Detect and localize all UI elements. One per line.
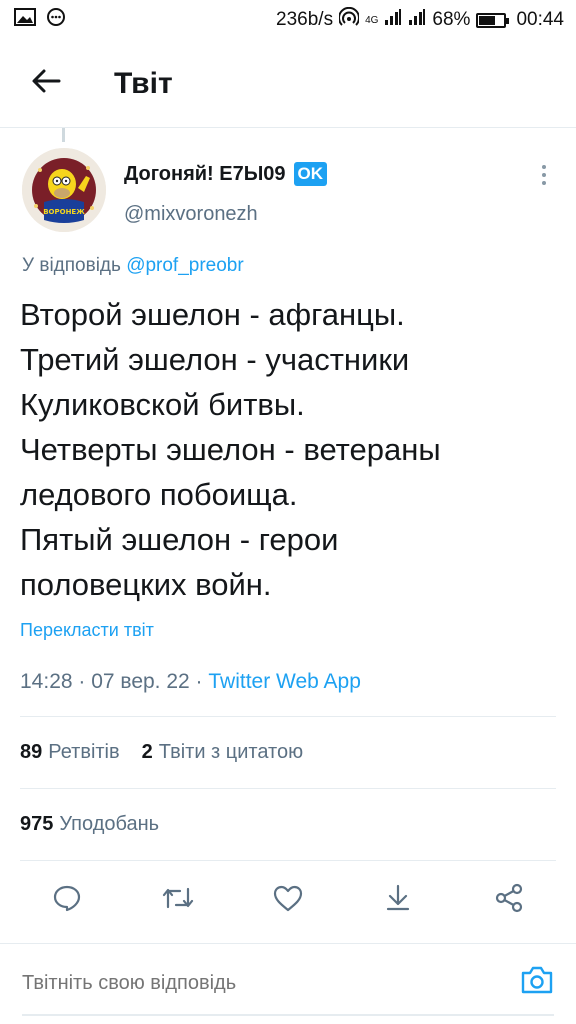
avatar[interactable]: ВОРОНЕЖ <box>22 148 106 232</box>
arrow-left-icon <box>31 68 61 99</box>
network-type: 4G <box>365 14 379 26</box>
quotes-count: 2 <box>141 741 153 763</box>
chat-bubble-icon <box>46 7 66 33</box>
source-link[interactable]: Twitter Web App <box>208 670 361 693</box>
like-icon <box>272 883 304 918</box>
retweet-button[interactable] <box>154 876 202 924</box>
battery-percent: 68% <box>432 9 471 30</box>
download-button[interactable] <box>374 876 422 924</box>
tweet-text-line: Третий эшелон - участники <box>20 342 410 377</box>
camera-button[interactable] <box>518 964 556 1000</box>
status-right: 236b/s 4G 68% 00:44 <box>276 6 564 33</box>
tweet-text-line: Четверты эшелон - ветераны <box>20 432 441 467</box>
svg-text:ВОРОНЕЖ: ВОРОНЕЖ <box>43 208 85 216</box>
dot <box>542 165 546 169</box>
likes-stats: 975 Уподобань <box>20 813 159 836</box>
reply-icon <box>52 883 82 918</box>
ok-badge: OK <box>293 162 328 186</box>
retweet-icon <box>161 883 195 918</box>
tweet-text-line: ледового побоища. <box>20 477 298 512</box>
reply-input[interactable] <box>22 972 482 995</box>
tweet-text-line: Куликовской битвы. <box>20 387 305 422</box>
wifi-hotspot-icon <box>338 6 361 33</box>
more-options-button[interactable] <box>532 160 556 190</box>
battery-icon <box>476 12 510 28</box>
reply-prefix: У відповідь <box>22 255 121 276</box>
share-download-icon <box>383 883 413 918</box>
tweet-text-line: половецких войн. <box>20 567 272 602</box>
reply-context: У відповідь @prof_preobr <box>22 255 244 277</box>
translate-tweet-link[interactable]: Перекласти твіт <box>20 620 154 641</box>
tweet-text: Второй эшелон - афганцы. Третий эшелон -… <box>20 292 560 607</box>
retweets-link[interactable]: Ретвітів <box>48 741 119 764</box>
timestamp: 14:28 · 07 вер. 22 · <box>20 670 209 693</box>
signal-icon <box>384 8 402 32</box>
quotes-link[interactable]: Твіти з цитатою <box>159 741 303 764</box>
reply-button[interactable] <box>43 876 91 924</box>
top-app-bar: Твіт <box>0 40 576 128</box>
author-handle[interactable]: @mixvoronezh <box>124 203 258 226</box>
retweet-quote-stats: 89 Ретвітів 2 Твіти з цитатою <box>20 741 303 764</box>
signal-icon <box>408 8 426 32</box>
tweet-text-line: Пятый эшелон - герои <box>20 522 339 557</box>
reply-input-underline <box>22 1014 554 1016</box>
tweet-actions <box>0 868 576 932</box>
likes-link[interactable]: Уподобань <box>59 813 159 836</box>
dot <box>542 173 546 177</box>
status-left <box>14 7 66 33</box>
clock: 00:44 <box>516 9 564 30</box>
thread-connector <box>62 128 65 142</box>
retweets-count: 89 <box>20 741 43 763</box>
share-icon <box>493 883 525 918</box>
tweet-text-line: Второй эшелон - афганцы. <box>20 297 405 332</box>
camera-icon <box>519 964 555 1001</box>
share-button[interactable] <box>485 876 533 924</box>
reply-mention-link[interactable]: @prof_preobr <box>126 255 244 276</box>
divider <box>20 788 556 789</box>
author-display-name: Догоняй! Е7Ы09 <box>124 162 286 185</box>
back-button[interactable] <box>16 54 76 114</box>
dot <box>542 181 546 185</box>
network-speed: 236b/s <box>276 9 334 30</box>
divider <box>20 860 556 861</box>
likes-count: 975 <box>20 813 54 835</box>
author-name[interactable]: Догоняй! Е7Ы09 OK <box>124 162 328 186</box>
tweet-meta: 14:28 · 07 вер. 22 · Twitter Web App <box>20 670 361 694</box>
image-icon <box>14 8 36 32</box>
divider <box>20 716 556 717</box>
page-title: Твіт <box>114 66 173 100</box>
reply-composer <box>0 943 576 1024</box>
status-bar: 236b/s 4G 68% 00:44 <box>0 0 576 40</box>
like-button[interactable] <box>264 876 312 924</box>
